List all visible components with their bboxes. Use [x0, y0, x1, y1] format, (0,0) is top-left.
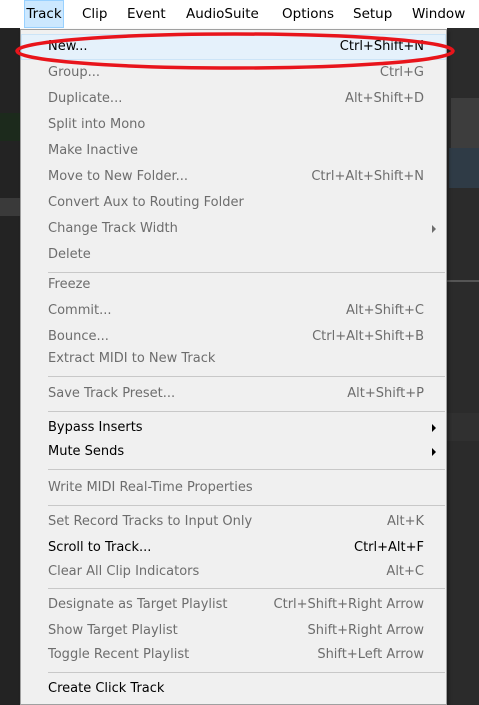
toolbar-strip: [0, 198, 20, 216]
panel-strip: [451, 98, 479, 148]
menu-item-label: Extract MIDI to New Track: [48, 351, 216, 366]
menu-item-label: Duplicate...: [48, 91, 123, 106]
menu-item-convert-aux[interactable]: Convert Aux to Routing Folder: [21, 190, 446, 216]
menu-item-clear-clip-indicators[interactable]: Clear All Clip Indicators Alt+C: [21, 559, 446, 585]
menu-item-show-target-playlist[interactable]: Show Target Playlist Shift+Right Arrow: [21, 618, 446, 644]
app-background-right: [447, 28, 479, 705]
menu-separator: [48, 411, 445, 412]
track-indicator: [0, 113, 20, 141]
routing-button[interactable]: [449, 148, 479, 188]
menu-item-move-to-new-folder[interactable]: Move to New Folder... Ctrl+Alt+Shift+N: [21, 164, 446, 190]
menu-item-shortcut: Alt+K: [386, 514, 424, 529]
menu-item-label: Mute Sends: [48, 444, 125, 459]
menu-item-save-track-preset[interactable]: Save Track Preset... Alt+Shift+P: [21, 381, 446, 407]
menu-item-label: Commit...: [48, 303, 112, 318]
menu-item-label: Write MIDI Real-Time Properties: [48, 480, 253, 495]
menu-item-label: Set Record Tracks to Input Only: [48, 514, 253, 529]
menu-item-change-track-width[interactable]: Change Track Width: [21, 216, 446, 242]
menu-item-set-record-tracks[interactable]: Set Record Tracks to Input Only Alt+K: [21, 509, 446, 535]
menu-item-shortcut: Ctrl+Shift+Right Arrow: [273, 597, 424, 612]
menu-item-label: Convert Aux to Routing Folder: [48, 195, 244, 210]
menu-item-shortcut: Alt+Shift+C: [345, 303, 424, 318]
menu-separator: [48, 505, 445, 506]
menu-item-create-click-track[interactable]: Create Click Track: [21, 676, 446, 702]
menu-item-freeze[interactable]: Freeze: [21, 272, 446, 298]
menu-item-shortcut: Shift+Left Arrow: [317, 647, 424, 662]
menu-item-label: Toggle Recent Playlist: [48, 647, 190, 662]
submenu-arrow-icon: [432, 225, 436, 233]
menu-item-label: Scroll to Track...: [48, 540, 152, 555]
menu-item-label: Show Target Playlist: [48, 623, 178, 638]
menu-separator: [48, 588, 445, 589]
menu-item-label: Designate as Target Playlist: [48, 597, 228, 612]
menu-item-shortcut: Shift+Right Arrow: [307, 623, 424, 638]
menu-item-label: Create Click Track: [48, 681, 165, 696]
menu-item-label: Change Track Width: [48, 221, 178, 236]
menu-item-delete[interactable]: Delete: [21, 242, 446, 268]
menu-item-label: Clear All Clip Indicators: [48, 564, 200, 579]
menu-setup[interactable]: Setup: [353, 0, 392, 28]
menu-item-extract-midi[interactable]: Extract MIDI to New Track: [21, 346, 446, 372]
menu-item-bypass-inserts[interactable]: Bypass Inserts: [21, 415, 446, 441]
counter-strip: [447, 413, 479, 441]
submenu-arrow-icon: [432, 448, 436, 456]
menu-item-commit[interactable]: Commit... Alt+Shift+C: [21, 298, 446, 324]
menu-item-label: Make Inactive: [48, 143, 138, 158]
red-highlight-ellipse: [15, 32, 455, 70]
menu-item-shortcut: Alt+Shift+D: [345, 91, 424, 106]
menu-item-mute-sends[interactable]: Mute Sends: [21, 439, 446, 465]
menu-options[interactable]: Options: [282, 0, 334, 28]
menu-item-make-inactive[interactable]: Make Inactive: [21, 138, 446, 164]
app-background-left: [0, 28, 20, 705]
track-dropdown-menu: New... Ctrl+Shift+N Group... Ctrl+G Dupl…: [20, 29, 447, 705]
menu-item-write-midi-rt[interactable]: Write MIDI Real-Time Properties: [21, 475, 446, 501]
menu-item-label: Save Track Preset...: [48, 386, 176, 401]
menu-separator: [48, 672, 445, 673]
menu-window[interactable]: Window: [412, 0, 465, 28]
menu-item-shortcut: Alt+C: [386, 564, 424, 579]
menu-clip[interactable]: Clip: [82, 0, 108, 28]
menu-item-toggle-recent-playlist[interactable]: Toggle Recent Playlist Shift+Left Arrow: [21, 642, 446, 668]
menu-separator: [48, 376, 445, 377]
menu-item-label: Move to New Folder...: [48, 169, 189, 184]
menu-item-designate-target-playlist[interactable]: Designate as Target Playlist Ctrl+Shift+…: [21, 592, 446, 618]
menu-item-shortcut: Ctrl+Alt+F: [354, 540, 424, 555]
menu-track[interactable]: Track: [24, 0, 64, 28]
menu-item-duplicate[interactable]: Duplicate... Alt+Shift+D: [21, 86, 446, 112]
menu-item-shortcut: Ctrl+Alt+Shift+N: [311, 169, 424, 184]
menu-item-label: Freeze: [48, 277, 91, 292]
menu-audiosuite[interactable]: AudioSuite: [186, 0, 259, 28]
menu-item-split-into-mono[interactable]: Split into Mono: [21, 112, 446, 138]
menu-bar: Track Clip Event AudioSuite Options Setu…: [0, 0, 479, 28]
menu-event[interactable]: Event: [127, 0, 166, 28]
menu-item-label: Split into Mono: [48, 117, 146, 132]
menu-item-shortcut: Alt+Shift+P: [347, 386, 424, 401]
menu-separator: [48, 469, 445, 470]
menu-item-scroll-to-track[interactable]: Scroll to Track... Ctrl+Alt+F: [21, 535, 446, 561]
menu-item-label: Delete: [48, 247, 91, 262]
divider: [447, 280, 479, 282]
menu-item-label: Bypass Inserts: [48, 420, 143, 435]
submenu-arrow-icon: [432, 424, 436, 432]
